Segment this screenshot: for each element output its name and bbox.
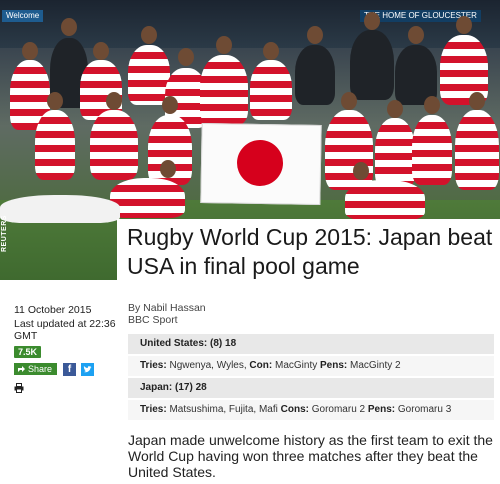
cons-label: Cons: [280, 404, 309, 415]
player [110, 178, 185, 218]
share-button[interactable]: Share [14, 363, 58, 375]
player-head [408, 26, 424, 44]
tries-label: Tries: [140, 360, 167, 371]
pens-label: Pens: [367, 404, 396, 415]
player-head [424, 96, 440, 114]
byline-author: By Nabil Hassan [128, 302, 206, 314]
player-head [216, 36, 232, 54]
player [35, 110, 75, 180]
usa-tries: Ngwenya, Wyles [169, 360, 244, 371]
twitter-icon[interactable] [81, 363, 94, 376]
player-head [387, 100, 403, 118]
player-head [456, 16, 472, 34]
player-head [160, 160, 176, 178]
player-head [141, 26, 157, 44]
tries-label: Tries: [140, 404, 167, 415]
japan-score-row: Japan: (17) 28 [128, 378, 494, 400]
player [250, 60, 292, 120]
title-box: Rugby World Cup 2015: Japan beat USA in … [117, 219, 500, 281]
share-count-badge: 7.5K [14, 346, 42, 358]
japan-team: Japan: [140, 382, 173, 393]
score-table: United States: (8) 18 Tries: Ngwenya, Wy… [128, 334, 494, 422]
player [0, 195, 120, 223]
facebook-icon[interactable]: f [63, 363, 76, 376]
player [295, 45, 335, 105]
con-label: Con: [249, 360, 273, 371]
player-head [162, 96, 178, 114]
player [345, 180, 425, 220]
player-head [106, 92, 122, 110]
usa-pens: MacGinty 2 [350, 360, 401, 371]
player [455, 110, 499, 190]
player-head [364, 12, 380, 30]
player-head [47, 92, 63, 110]
photo-credit: REUTERS [1, 215, 8, 252]
player [412, 115, 452, 185]
flag-sun [236, 139, 284, 187]
player-head [61, 18, 77, 36]
player [200, 55, 248, 125]
japan-pens: Goromaru 3 [397, 404, 452, 415]
japan-flag [200, 122, 322, 206]
player [375, 118, 415, 188]
japan-tries: Matsushima, Fujita, Mafi [169, 404, 278, 415]
player-head [178, 48, 194, 66]
japan-score: (17) 28 [175, 382, 207, 393]
japan-scorers-row: Tries: Matsushima, Fujita, Mafi Cons: Go… [128, 400, 494, 422]
japan-cons: Goromaru 2 [311, 404, 366, 415]
print-icon[interactable] [14, 380, 24, 393]
share-icon [18, 366, 25, 372]
usa-con: MacGinty [274, 360, 318, 371]
usa-team: United States: [140, 338, 208, 349]
usa-score: (8) 18 [210, 338, 237, 349]
usa-scorers-row: Tries: Ngwenya, Wyles, Con: MacGinty Pen… [128, 356, 494, 378]
player-head [469, 92, 485, 110]
share-label: Share [28, 364, 53, 374]
player-head [93, 42, 109, 60]
stadium-banner-welcome: Welcome [2, 10, 44, 22]
page-title: Rugby World Cup 2015: Japan beat USA in … [127, 224, 493, 279]
player-head [341, 92, 357, 110]
article-lead: Japan made unwelcome history as the firs… [128, 432, 493, 480]
player-head [307, 26, 323, 44]
article-date: 11 October 2015 [14, 304, 92, 316]
player [90, 110, 138, 180]
usa-score-row: United States: (8) 18 [128, 334, 494, 356]
byline-source: BBC Sport [128, 314, 178, 326]
last-updated: Last updated at 22:36 GMT [14, 318, 116, 342]
pens-label: Pens: [320, 360, 348, 371]
player [128, 45, 170, 105]
player-head [353, 162, 369, 180]
player-head [263, 42, 279, 60]
player-head [22, 42, 38, 60]
player [350, 30, 394, 100]
